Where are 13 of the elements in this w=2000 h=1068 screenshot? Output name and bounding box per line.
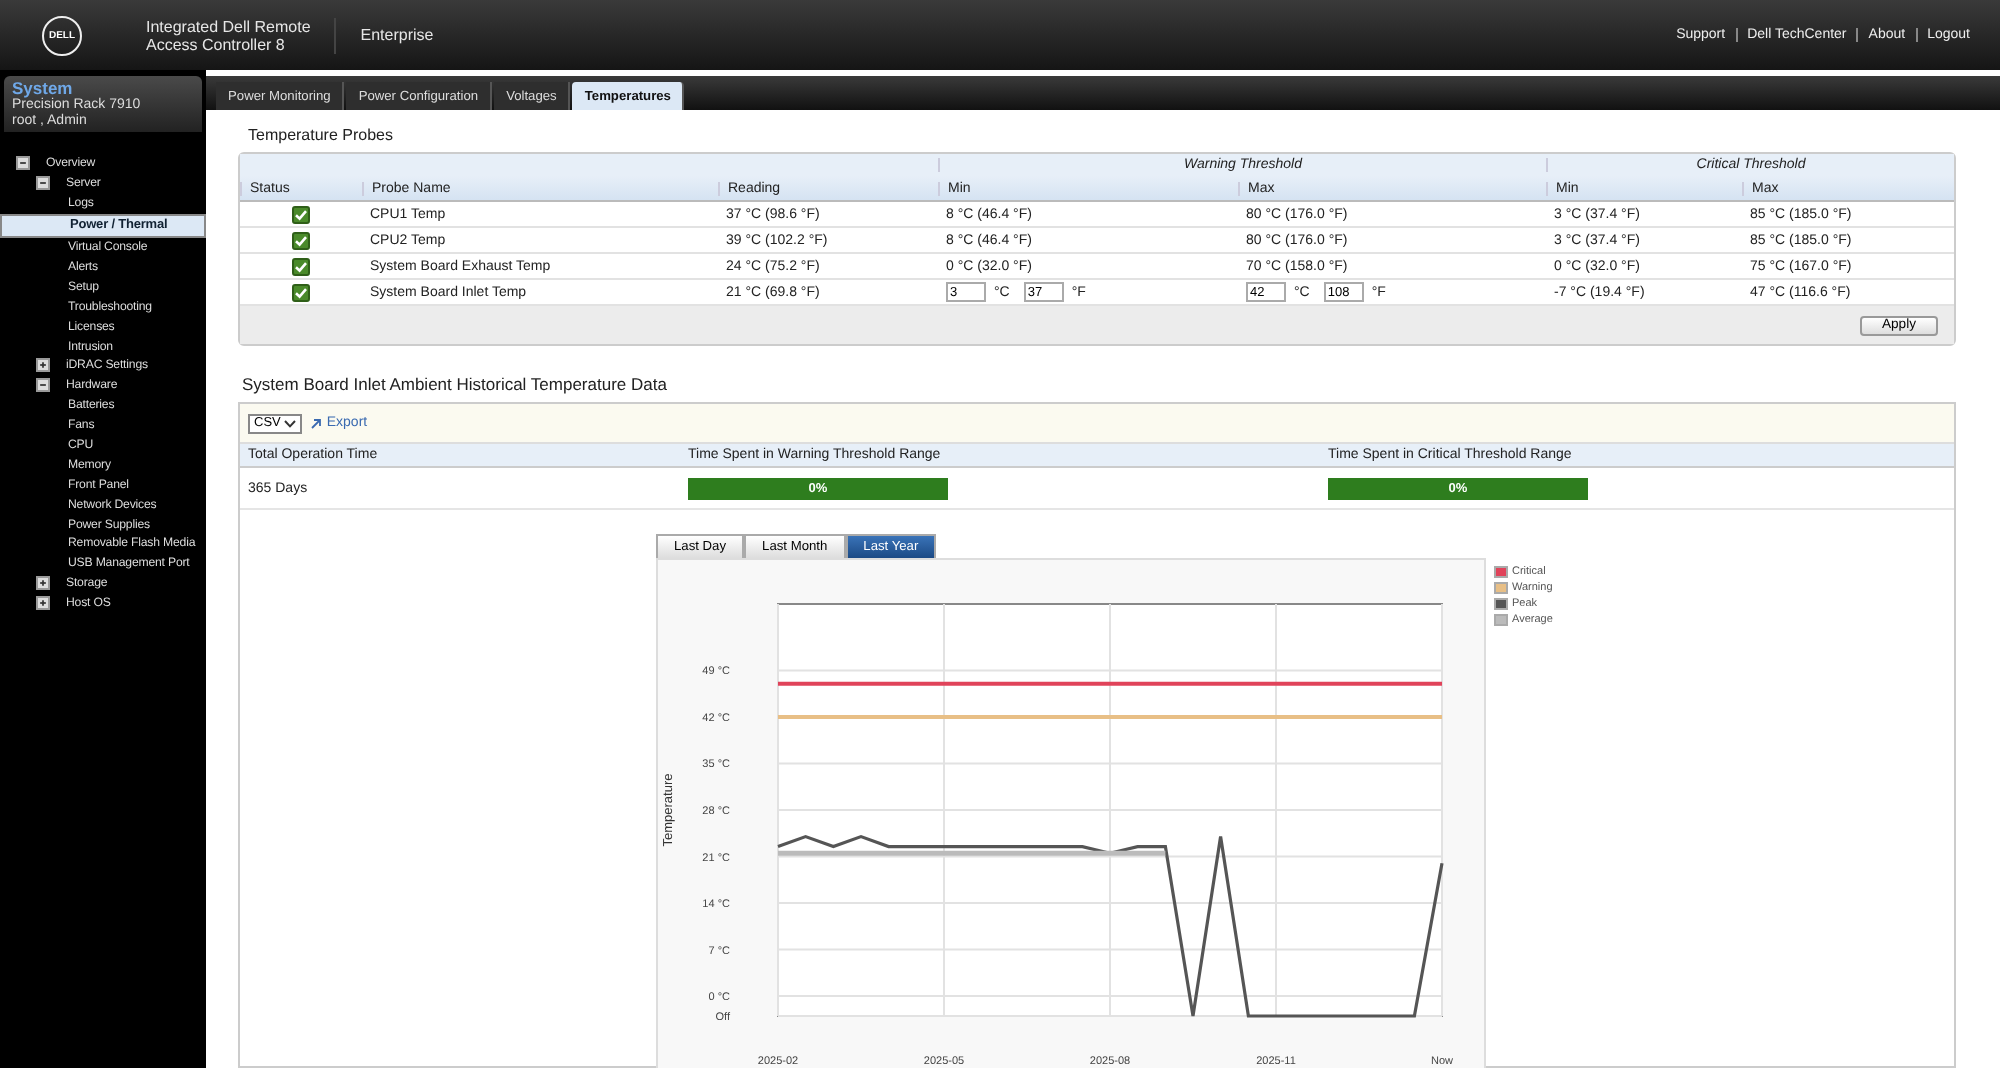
expand-icon[interactable] bbox=[36, 576, 50, 591]
collapse-icon[interactable] bbox=[16, 156, 30, 171]
edition-label: Enterprise bbox=[360, 26, 434, 44]
expand-icon[interactable] bbox=[36, 596, 50, 611]
collapse-icon[interactable] bbox=[36, 176, 50, 191]
product-title: Integrated Dell Remote Access Controller 8 bbox=[146, 17, 337, 53]
expand-icon[interactable] bbox=[36, 358, 50, 373]
caret-icon bbox=[284, 419, 297, 427]
collapse-icon[interactable] bbox=[36, 378, 50, 393]
system-title: System bbox=[12, 80, 74, 98]
section-title: System Board Inlet Ambient Historical Temperature Data bbox=[242, 374, 669, 394]
section-title: Temperature Probes bbox=[248, 126, 395, 144]
export-arrow-icon bbox=[310, 417, 323, 429]
